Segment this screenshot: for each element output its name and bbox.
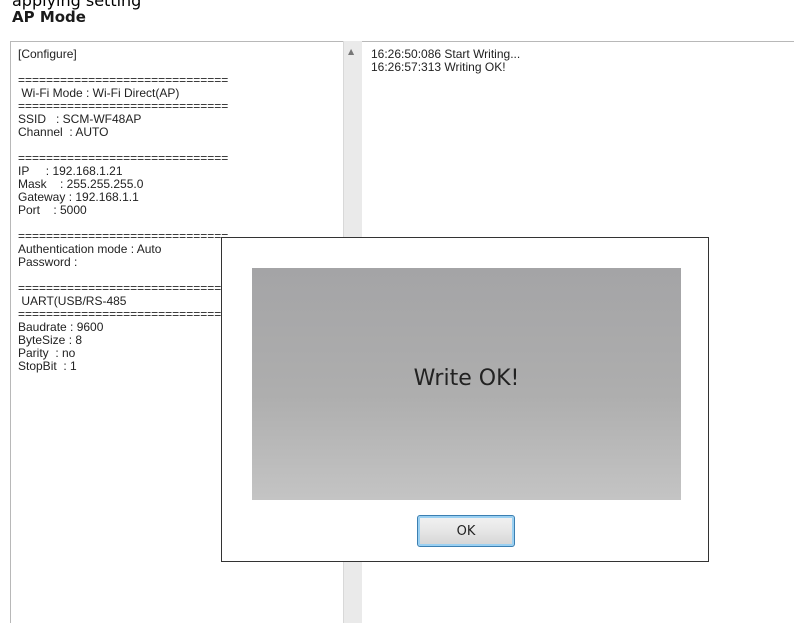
log-list: 16:26:50:086 Start Writing... 16:26:57:3… (362, 42, 794, 74)
log-entry: 16:26:57:313 Writing OK! (371, 60, 506, 74)
scroll-up-icon[interactable]: ▲ (348, 47, 354, 56)
page-title: AP Mode (12, 8, 86, 26)
dialog-message-panel: Write OK! (252, 268, 681, 500)
ok-button[interactable]: OK (417, 515, 515, 547)
dialog-message: Write OK! (413, 366, 520, 391)
write-result-dialog: Write OK! OK (221, 237, 709, 562)
cropped-top-text: applying setting (12, 0, 142, 10)
